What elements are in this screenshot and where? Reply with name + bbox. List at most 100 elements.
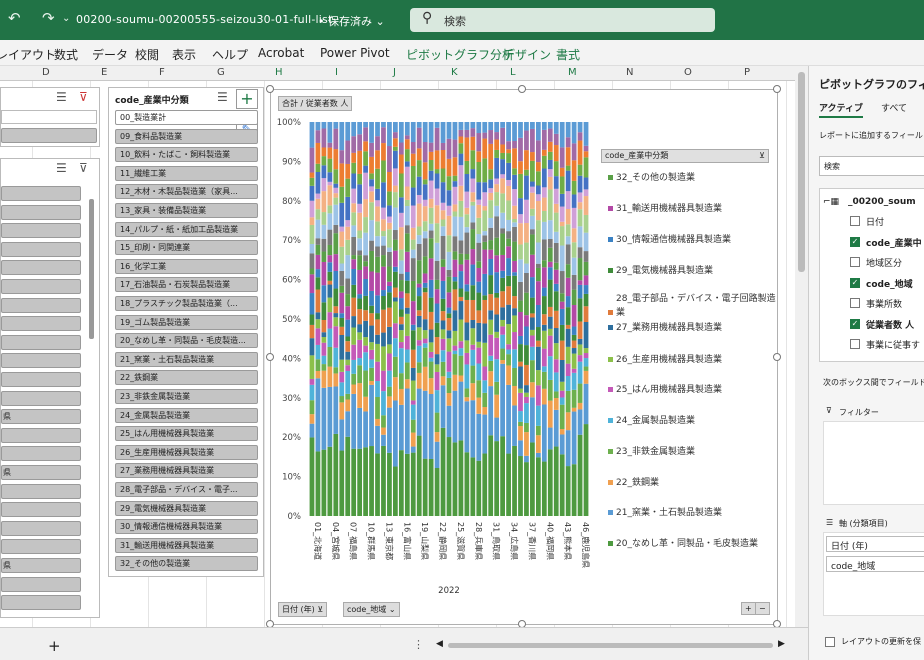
slicer-item[interactable]: 15_印刷・同関連業 <box>115 240 258 256</box>
slicer-item[interactable]: 32_その他の製造業 <box>115 556 258 572</box>
slicer-item[interactable] <box>1 576 81 592</box>
slicer-item[interactable]: 23_非鉄金属製造業 <box>115 389 258 404</box>
tab-all[interactable]: すべて <box>881 101 907 114</box>
legend-entry[interactable]: 25_はん用機械器具製造業 <box>608 382 722 395</box>
slicer-item[interactable] <box>1 297 81 313</box>
slicer-item[interactable]: 20_なめし革・同製品・毛皮製造... <box>115 333 258 349</box>
slicer-item[interactable] <box>1 539 81 555</box>
slicer-left-region[interactable]: ☰ ⊽ 県県県 <box>0 158 100 618</box>
expand-button[interactable]: + <box>741 602 756 615</box>
column-header[interactable]: F <box>159 67 165 78</box>
field-label[interactable]: 日付 <box>866 215 884 228</box>
field-list[interactable]: ⌐▦ _00200_soum 日付 ✓ code_産業中 地域区分 ✓ code_地域 事業… <box>819 188 924 362</box>
slicer-item[interactable]: 29_電気機械器具製造業 <box>115 500 258 516</box>
axis-item-date[interactable]: 日付 (年) <box>826 536 924 552</box>
filter-icon[interactable]: ⊻ <box>759 150 765 162</box>
slicer-item[interactable] <box>1 110 97 124</box>
tab-acrobat[interactable]: Acrobat <box>258 46 304 60</box>
tab-help[interactable]: ヘルプ <box>212 46 248 63</box>
slicer-item[interactable]: 09_食料品製造業 <box>115 128 258 144</box>
scroll-left-icon[interactable]: ◀ <box>436 639 443 649</box>
column-header[interactable]: J <box>393 67 396 78</box>
slicer-industry[interactable]: code_産業中分類 ☰ + ✎ 00_製造業計09_食料品製造業10_飲料・た… <box>108 87 264 577</box>
slicer-item[interactable] <box>1 204 81 220</box>
search-box[interactable]: ⚲ 検索 <box>410 8 715 32</box>
customize-toolbar-icon[interactable]: ⌄ <box>62 13 70 24</box>
resize-handle[interactable] <box>266 353 274 361</box>
field-checkbox[interactable] <box>850 298 860 308</box>
slicer-item[interactable] <box>1 502 81 518</box>
resize-handle[interactable] <box>773 353 781 361</box>
slicer-item[interactable]: 県 <box>1 409 81 425</box>
field-checkbox[interactable]: ✓ <box>850 318 860 329</box>
field-checkbox[interactable] <box>850 216 860 226</box>
slicer-item[interactable]: 10_飲料・たばこ・飼料製造業 <box>115 147 258 163</box>
slicer-item[interactable] <box>1 223 81 239</box>
slicer-item[interactable]: 28_電子部品・デバイス・電子... <box>115 482 258 497</box>
add-sheet-icon[interactable]: + <box>48 637 61 655</box>
column-header[interactable]: K <box>451 67 458 78</box>
multi-select-icon[interactable]: ☰ <box>56 90 67 104</box>
slicer-item[interactable]: 13_家具・装備品製造業 <box>115 203 258 218</box>
axis-field-region-button[interactable]: code_地域 ⌄ <box>343 602 400 617</box>
slicer-item[interactable] <box>1 483 81 499</box>
legend-entry[interactable]: 30_情報通信機械器具製造業 <box>608 232 731 245</box>
resize-handle[interactable] <box>518 85 526 93</box>
clear-filter-icon[interactable]: ⊽ <box>79 90 88 104</box>
column-header[interactable]: H <box>275 67 283 78</box>
add-icon[interactable]: + <box>236 89 258 109</box>
multi-select-icon[interactable]: ☰ <box>56 161 67 175</box>
slicer-item[interactable]: 24_金属製品製造業 <box>115 407 258 423</box>
slicer-item[interactable]: 16_化学工業 <box>115 258 258 274</box>
column-header[interactable]: L <box>510 67 516 78</box>
undo-icon[interactable]: ↶ <box>8 9 21 27</box>
legend-entry[interactable]: 32_その他の製造業 <box>608 170 695 183</box>
column-header[interactable]: I <box>335 67 338 78</box>
slicer-item[interactable] <box>1 427 81 443</box>
slicer-item[interactable]: 17_石油製品・石炭製品製造業 <box>115 277 258 293</box>
tab-power-pivot[interactable]: Power Pivot <box>320 46 390 60</box>
resize-handle[interactable] <box>773 85 781 93</box>
slicer-item[interactable]: 18_プラスチック製品製造業（... <box>115 296 258 311</box>
legend-entry[interactable]: 21_窯業・土石製品製造業 <box>608 505 722 518</box>
slicer-item[interactable]: 25_はん用機械器具製造業 <box>115 426 258 442</box>
tab-data[interactable]: データ <box>92 46 128 63</box>
horizontal-scrollbar[interactable] <box>448 643 773 648</box>
legend-entry[interactable]: 24_金属製品製造業 <box>608 413 695 426</box>
field-label[interactable]: code_地域 <box>866 277 913 290</box>
field-label[interactable]: 従業者数 人 <box>866 318 914 331</box>
slicer-left-top[interactable]: ☰ ⊽ <box>0 87 100 147</box>
slicer-item[interactable] <box>1 279 81 294</box>
slicer-item[interactable] <box>1 353 81 369</box>
slicer-item[interactable] <box>1 186 81 201</box>
tab-design[interactable]: デザイン <box>503 46 551 63</box>
slicer-item[interactable] <box>1 260 81 276</box>
slicer-item[interactable]: 19_ゴム製品製造業 <box>115 314 258 330</box>
slicer-item[interactable] <box>1 316 81 332</box>
axis-field-date-button[interactable]: 日付 (年) ⊻ <box>278 602 328 617</box>
slicer-item[interactable]: 27_業務用機械器具製造業 <box>115 463 258 479</box>
slicer-item[interactable] <box>1 128 97 143</box>
slicer-item[interactable]: 14_パルプ・紙・紙加工品製造業 <box>115 221 258 237</box>
slicer-item[interactable]: 21_窯業・土石製品製造業 <box>115 351 258 367</box>
field-label[interactable]: code_産業中 <box>866 236 922 249</box>
slicer-scrollbar[interactable] <box>89 199 94 339</box>
save-status[interactable]: • 保存済み ⌄ <box>318 13 385 29</box>
field-label[interactable]: 事業所数 <box>866 297 902 310</box>
tab-layout[interactable]: レイアウト <box>0 46 56 63</box>
column-header[interactable]: G <box>217 67 225 78</box>
slicer-item[interactable]: 県 <box>1 465 81 480</box>
axis-area[interactable]: 日付 (年) code_地域 <box>823 532 924 616</box>
column-header[interactable]: D <box>42 67 50 78</box>
slicer-item[interactable]: 31_輸送用機械器具製造業 <box>115 537 258 553</box>
legend-entry[interactable]: 22_鉄鋼業 <box>608 475 659 488</box>
table-name[interactable]: _00200_soum <box>848 197 916 207</box>
clear-filter-icon[interactable]: ⊽ <box>79 161 88 175</box>
field-checkbox[interactable]: ✓ <box>850 236 860 247</box>
slicer-item[interactable] <box>1 520 81 536</box>
scroll-right-icon[interactable]: ▶ <box>778 639 785 649</box>
legend-entry[interactable]: 27_業務用機械器具製造業 <box>608 320 722 333</box>
column-header[interactable]: E <box>101 67 107 78</box>
legend-entry[interactable]: 29_電気機械器具製造業 <box>608 263 713 276</box>
redo-icon[interactable]: ↷ <box>42 9 55 27</box>
